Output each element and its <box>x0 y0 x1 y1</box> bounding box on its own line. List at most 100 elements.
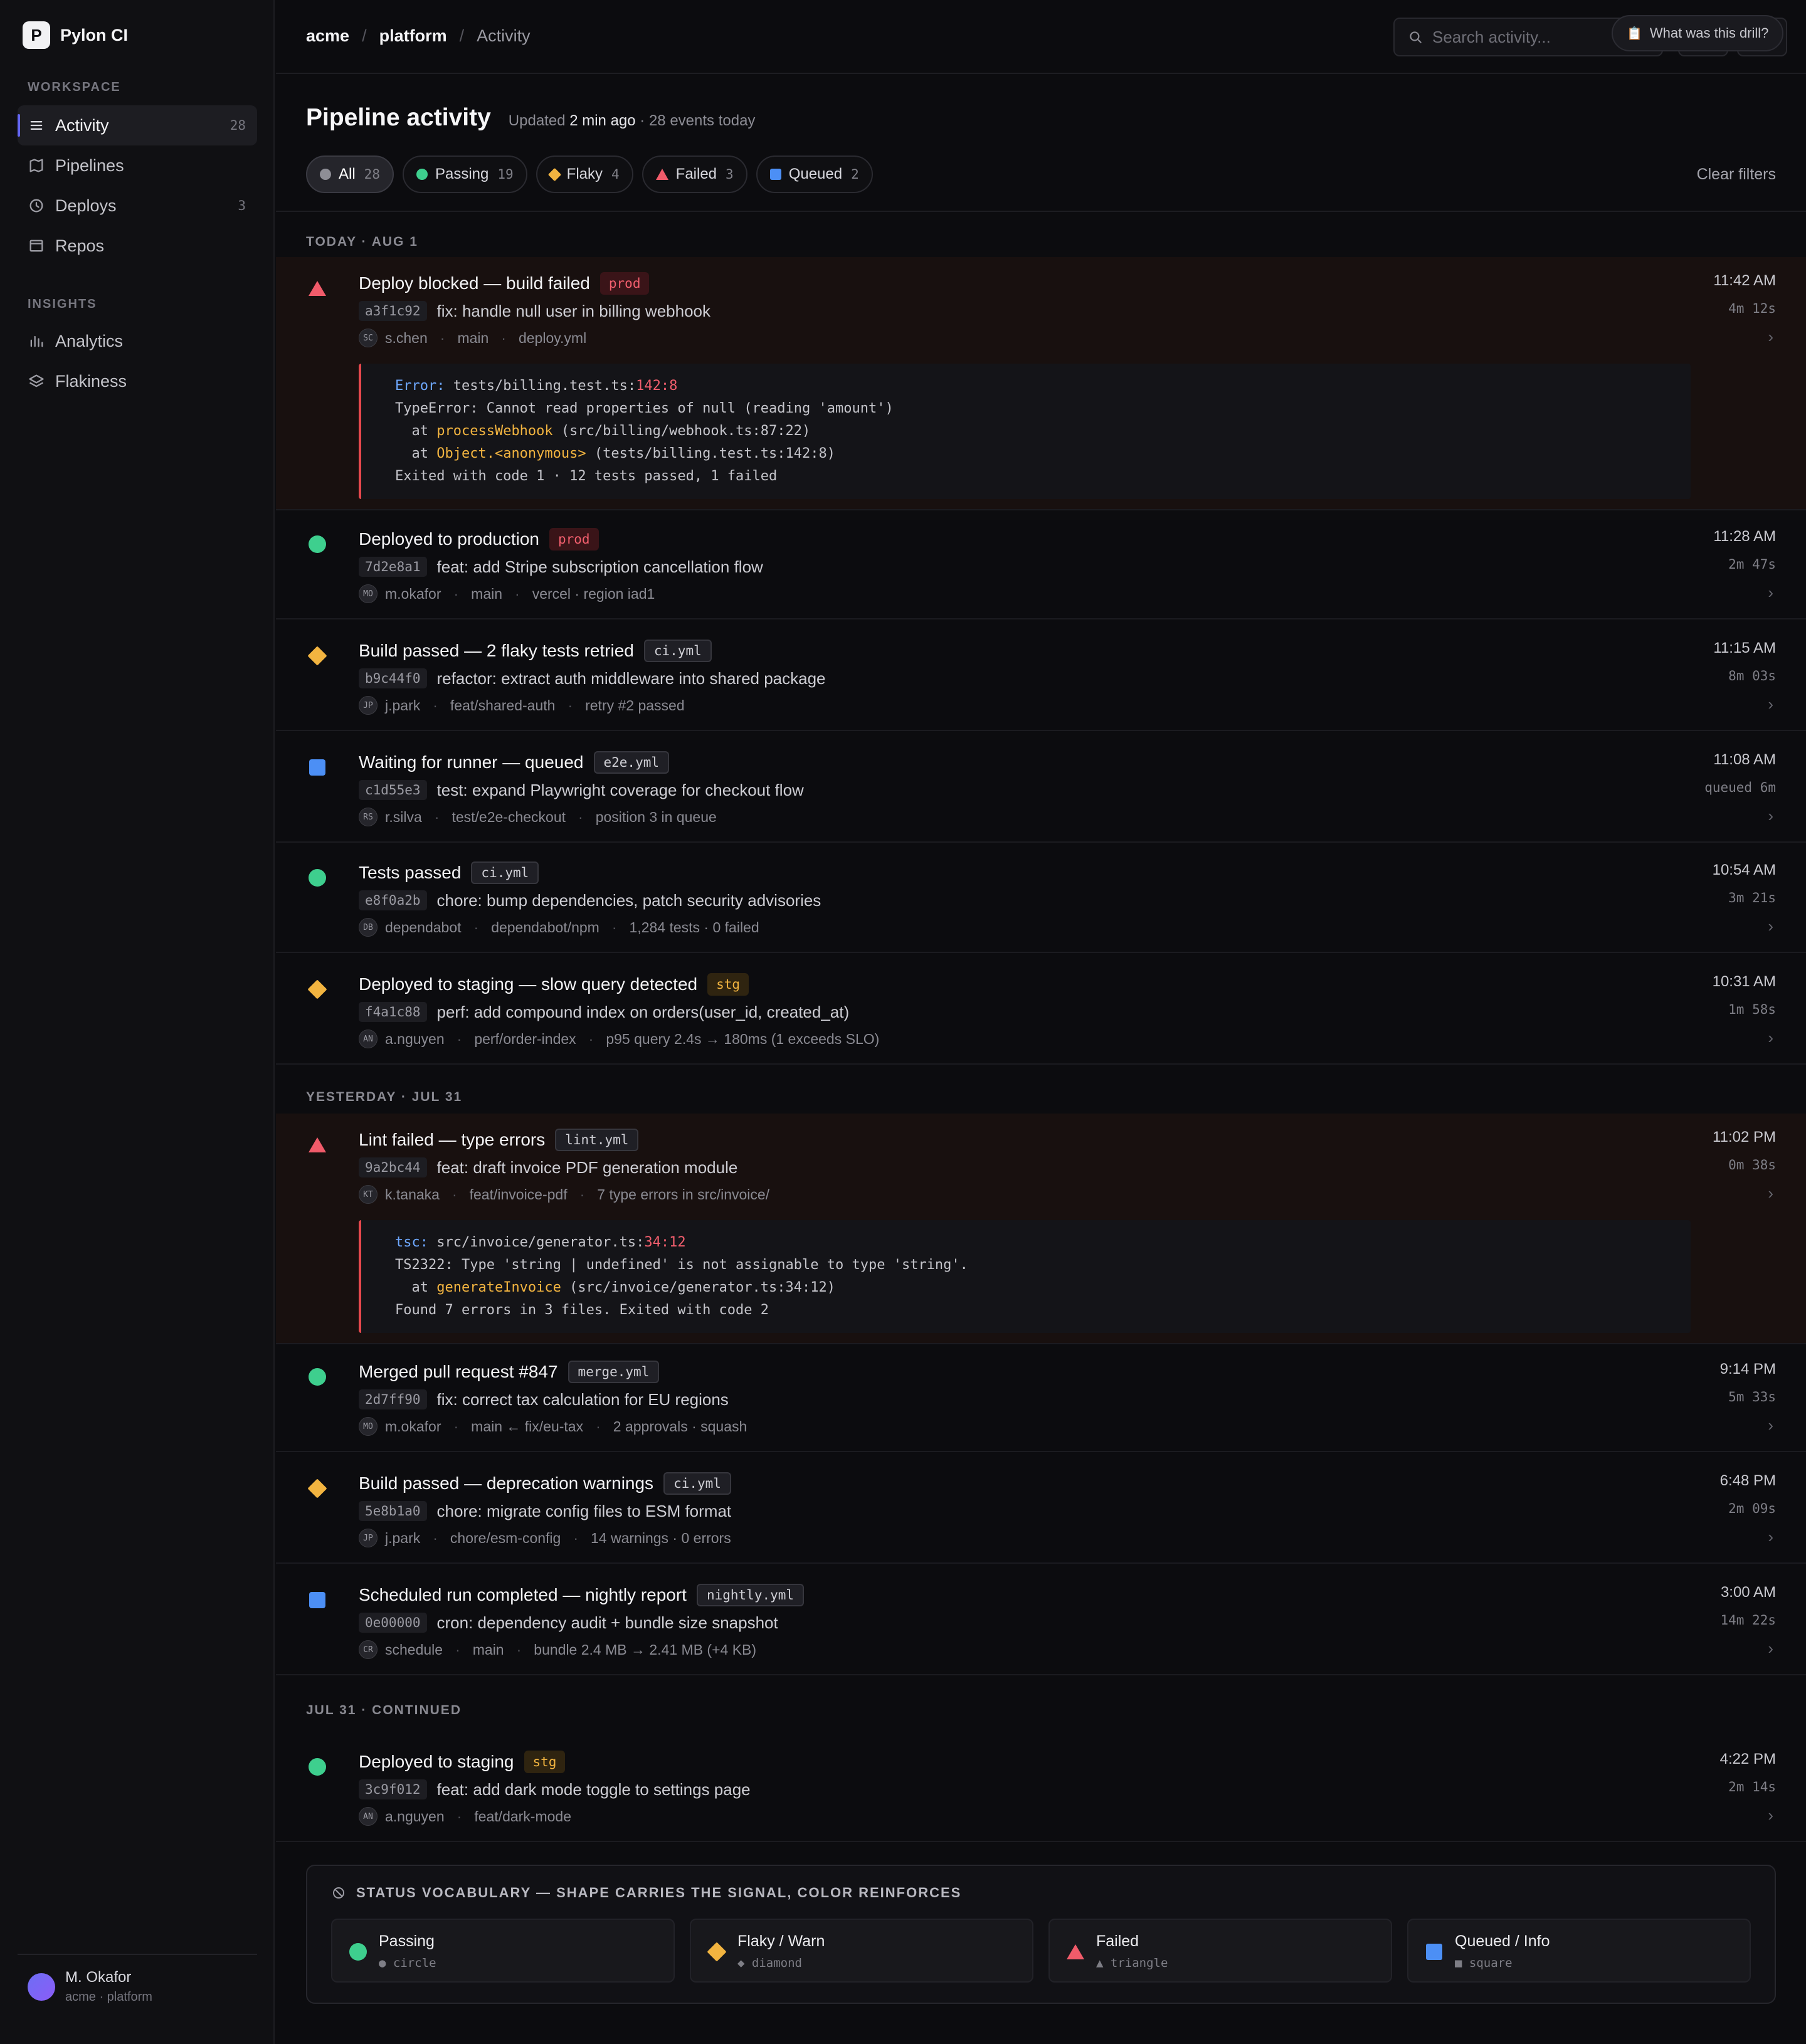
chevron-right-icon[interactable]: › <box>1768 1028 1773 1048</box>
filter-chip-passing[interactable]: Passing 19 <box>402 155 527 193</box>
triangle-icon <box>309 281 326 296</box>
commit-hash[interactable]: 0e00000 <box>359 1613 427 1633</box>
status-icon <box>307 534 327 554</box>
filter-chip-failed[interactable]: Failed 3 <box>642 155 747 193</box>
event-row[interactable]: Deployed to staging stg 3c9f012 feat: add d… <box>276 1736 1806 1842</box>
commit-hash[interactable]: 5e8b1a0 <box>359 1501 427 1521</box>
sidebar-item-repos[interactable]: Repos <box>18 226 257 266</box>
brand[interactable]: P Pylon CI <box>23 21 128 49</box>
user-name[interactable]: s.chen <box>385 330 428 347</box>
user-name[interactable]: m.okafor <box>385 586 441 603</box>
meta-separator: · <box>440 329 445 346</box>
event-title: Deployed to production <box>359 529 539 549</box>
meta-item: deploy.yml <box>518 329 587 346</box>
event-row[interactable]: Deployed to production prod 7d2e8a1 feat: a… <box>276 513 1806 619</box>
event-row[interactable]: Build passed — deprecation warnings ci.ym… <box>276 1457 1806 1564</box>
event-time: 11:02 PM <box>1713 1129 1776 1146</box>
event-meta: JP j.park · feat/shared-auth · retry #2 passe… <box>359 696 685 715</box>
commit-hash[interactable]: f4a1c88 <box>359 1002 427 1022</box>
meta-separator: · <box>611 919 617 935</box>
sidebar-item-pipelines[interactable]: Pipelines <box>18 145 257 186</box>
meta-separator: · <box>573 1529 579 1546</box>
filter-chip-all[interactable]: All 28 <box>306 155 394 193</box>
topbar: acme / platform / Activity 📋 What was th… <box>276 0 1806 74</box>
event-row[interactable]: Deploy blocked — build failed prod a3f1c92… <box>276 257 1806 510</box>
meta-separator: · <box>515 585 520 602</box>
chevron-right-icon[interactable]: › <box>1768 1184 1773 1203</box>
diamond-icon <box>307 1478 327 1499</box>
square-icon <box>769 169 781 180</box>
user-name[interactable]: j.park <box>385 697 420 714</box>
commit-hash[interactable]: e8f0a2b <box>359 890 427 910</box>
meta-separator: · <box>452 1186 457 1203</box>
commit-hash[interactable]: 9a2bc44 <box>359 1157 427 1177</box>
filter-chip-flaky[interactable]: Flaky 4 <box>536 155 633 193</box>
commit-hash[interactable]: 7d2e8a1 <box>359 557 427 577</box>
user-name[interactable]: m.okafor <box>385 1418 441 1435</box>
commit-hash[interactable]: b9c44f0 <box>359 668 427 688</box>
event-row[interactable]: Build passed — 2 flaky tests retried ci.y… <box>276 624 1806 731</box>
updated-suffix: · 28 events today <box>640 112 756 129</box>
sidebar-item-deploys[interactable]: Deploys 3 <box>18 186 257 226</box>
commit-hash[interactable]: a3f1c92 <box>359 301 427 321</box>
meta-separator: · <box>568 697 573 714</box>
clock-icon <box>29 199 43 213</box>
sidebar-item-analytics[interactable]: Analytics <box>18 321 257 361</box>
chevron-right-icon[interactable]: › <box>1768 1527 1773 1547</box>
event-duration: 0m 38s <box>1728 1157 1776 1172</box>
chevron-right-icon[interactable]: › <box>1768 1806 1773 1825</box>
clear-filters-button[interactable]: Clear filters <box>1697 166 1776 184</box>
meta-item: p95 query 2.4s → 180ms (1 exceeds SLO) <box>606 1030 880 1047</box>
user-name[interactable]: j.park <box>385 1530 420 1547</box>
chevron-right-icon[interactable]: › <box>1768 1639 1773 1658</box>
user-name[interactable]: k.tanaka <box>385 1186 440 1203</box>
event-row[interactable]: Lint failed — type errors lint.yml 9a2bc44… <box>276 1114 1806 1344</box>
event-meta: SC s.chen · main · deploy.yml <box>359 329 586 347</box>
commit-hash[interactable]: c1d55e3 <box>359 780 427 800</box>
sidebar-item-flakiness[interactable]: Flakiness <box>18 361 257 401</box>
commit-hash[interactable]: 3c9f012 <box>359 1779 427 1799</box>
sidebar-item-label: Repos <box>55 236 105 255</box>
chevron-right-icon[interactable]: › <box>1768 917 1773 936</box>
status-icon <box>307 1590 327 1610</box>
sidebar-item-activity[interactable]: Activity 28 <box>18 105 257 145</box>
user-initials: AN <box>359 1030 378 1048</box>
event-duration: 14m 22s <box>1720 1613 1776 1628</box>
log-line: at processWebhook (src/billing/webhook.t… <box>395 420 1691 443</box>
group-label-yesterday: YESTERDAY · JUL 31 <box>306 1090 463 1104</box>
event-meta: AN a.nguyen · feat/dark-mode <box>359 1807 571 1826</box>
commit-row: e8f0a2b chore: bump dependencies, patch s… <box>359 890 821 910</box>
commit-row: 3c9f012 feat: add dark mode toggle to set… <box>359 1779 751 1799</box>
commit-message: test: expand Playwright coverage for che… <box>436 780 804 799</box>
drill-button[interactable]: 📋 What was this drill? <box>1612 15 1784 51</box>
user-name[interactable]: dependabot <box>385 919 462 936</box>
breadcrumb-org[interactable]: acme <box>306 26 349 46</box>
bar-chart-icon <box>30 335 43 347</box>
event-row[interactable]: Deployed to staging — slow query detecte… <box>276 958 1806 1065</box>
legend-shape: ■ square <box>1455 1956 1513 1970</box>
user-name[interactable]: a.nguyen <box>385 1808 445 1825</box>
search-input[interactable] <box>1432 27 1639 47</box>
event-time: 11:42 AM <box>1713 272 1776 289</box>
user-name[interactable]: schedule <box>385 1641 443 1658</box>
chevron-right-icon[interactable]: › <box>1768 806 1773 826</box>
filter-chip-queued[interactable]: Queued 2 <box>756 155 873 193</box>
event-time: 10:31 AM <box>1712 973 1776 990</box>
event-row[interactable]: Scheduled run completed — nightly report… <box>276 1569 1806 1675</box>
log-segment: TypeError: Cannot read properties of nul… <box>395 401 894 416</box>
chevron-right-icon[interactable]: › <box>1768 1416 1773 1435</box>
event-row[interactable]: Merged pull request #847 merge.yml 2d7ff90… <box>276 1346 1806 1452</box>
legend-shape: ● circle <box>379 1956 436 1970</box>
user-name[interactable]: a.nguyen <box>385 1031 445 1048</box>
app-root: P Pylon CI WORKSPACE Activity 28 Pipelin… <box>0 0 1806 2044</box>
chevron-right-icon[interactable]: › <box>1768 695 1773 714</box>
chevron-right-icon[interactable]: › <box>1768 583 1773 603</box>
user-profile[interactable]: M. Okafor acme · platform <box>28 1969 152 2004</box>
chevron-right-icon[interactable]: › <box>1768 327 1773 347</box>
event-row[interactable]: Tests passed ci.yml e8f0a2b chore: bump dep… <box>276 846 1806 953</box>
user-name[interactable]: r.silva <box>385 809 422 826</box>
event-row[interactable]: Waiting for runner — queued e2e.yml c1d55e… <box>276 736 1806 843</box>
breadcrumb-project[interactable]: platform <box>379 26 447 46</box>
commit-hash[interactable]: 2d7ff90 <box>359 1389 427 1409</box>
commit-message: feat: add dark mode toggle to settings p… <box>436 1779 751 1799</box>
